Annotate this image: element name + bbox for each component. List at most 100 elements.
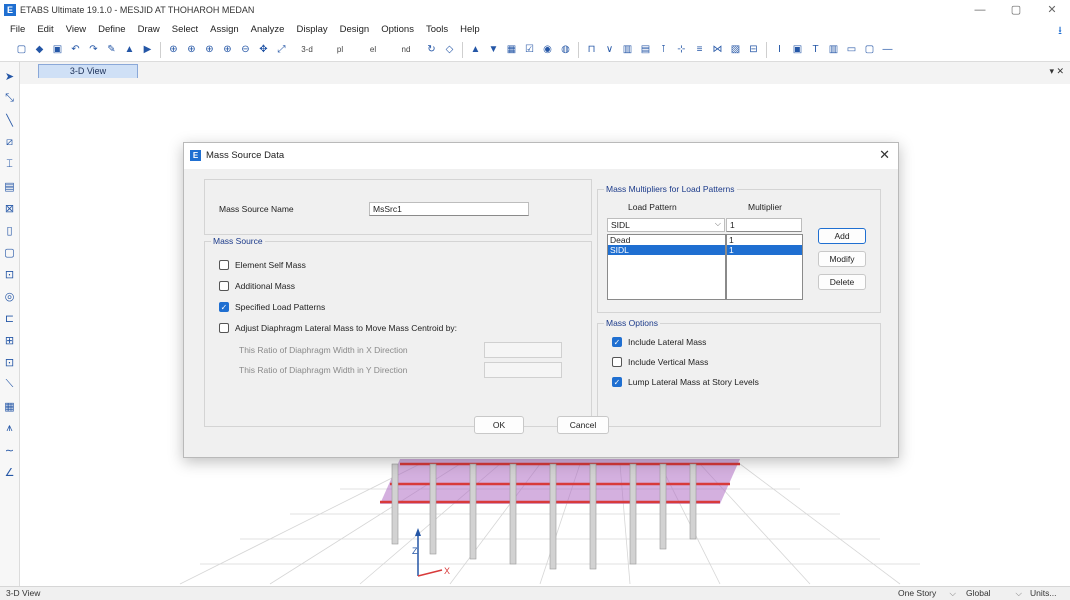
minimize-button[interactable]: — <box>962 0 998 20</box>
draw-wall-icon[interactable]: ▯ <box>3 222 17 239</box>
multiplier-list[interactable]: 1 1 <box>726 234 803 300</box>
ok-button[interactable]: OK <box>474 416 524 434</box>
menu-tools[interactable]: Tools <box>420 24 454 35</box>
additional-mass-checkbox[interactable] <box>219 281 229 291</box>
menu-assign[interactable]: Assign <box>204 24 245 35</box>
ratio-y-input[interactable] <box>484 362 562 378</box>
add-button[interactable]: Add <box>818 228 866 244</box>
view-elevation-button[interactable]: el <box>358 42 388 58</box>
view-nd-button[interactable]: nd <box>391 42 421 58</box>
deformed-shape-icon[interactable]: ∨ <box>602 42 617 58</box>
draw-grid-icon[interactable]: ▦ <box>3 398 17 415</box>
coord-system-selector[interactable]: Global ⌵ <box>966 588 1026 598</box>
check-icon[interactable]: ☑ <box>522 42 537 58</box>
slab-section-icon[interactable]: ▭ <box>844 42 859 58</box>
object-shrink-icon[interactable]: ▦ <box>504 42 519 58</box>
element-self-mass-checkbox[interactable] <box>219 260 229 270</box>
wall-section-icon[interactable]: ▥ <box>826 42 841 58</box>
draw-wave-icon[interactable]: ∼ <box>3 442 17 459</box>
rubber-band-icon[interactable]: ⤢ <box>274 42 289 58</box>
menu-view[interactable]: View <box>60 24 92 35</box>
undo-icon[interactable]: ↶ <box>68 42 83 58</box>
menu-display[interactable]: Display <box>290 24 333 35</box>
new-model-icon[interactable]: ▢ <box>14 42 29 58</box>
force-diagram-icon[interactable]: ▥ <box>620 42 635 58</box>
draw-point-icon[interactable]: ⊡ <box>3 354 17 371</box>
zoom-restore-icon[interactable]: ⊕ <box>184 42 199 58</box>
view-plan-button[interactable]: pl <box>325 42 355 58</box>
specified-load-patterns-checkbox[interactable]: ✓ <box>219 302 229 312</box>
run-icon[interactable]: ▶ <box>140 42 155 58</box>
pencil-icon[interactable]: ✎ <box>104 42 119 58</box>
menu-select[interactable]: Select <box>166 24 204 35</box>
units-button[interactable]: Units... <box>1030 588 1070 598</box>
draw-floor-icon[interactable]: ▢ <box>3 244 17 261</box>
perspective-icon[interactable]: ◇ <box>442 42 457 58</box>
color-icon[interactable]: ◍ <box>558 42 573 58</box>
draw-column-icon[interactable]: ⌶ <box>3 156 17 173</box>
draw-dimension-icon[interactable]: ⟍ <box>3 376 17 393</box>
menu-options[interactable]: Options <box>375 24 420 35</box>
delete-button[interactable]: Delete <box>818 274 866 290</box>
report-icon[interactable]: ⊟ <box>746 42 761 58</box>
pan-icon[interactable]: ✥ <box>256 42 271 58</box>
menu-analyze[interactable]: Analyze <box>245 24 291 35</box>
menu-define[interactable]: Define <box>92 24 131 35</box>
display-options-icon[interactable]: ◉ <box>540 42 555 58</box>
frame-icon[interactable]: ⊓ <box>584 42 599 58</box>
rotate-icon[interactable]: ↻ <box>424 42 439 58</box>
load-pattern-combo[interactable]: SIDL ⌵ <box>607 218 725 232</box>
zoom-out-icon[interactable]: ⊖ <box>238 42 253 58</box>
adjust-diaphragm-checkbox[interactable] <box>219 323 229 333</box>
pointer-icon[interactable]: ➤ <box>3 68 17 85</box>
modify-button[interactable]: Modify <box>818 251 866 267</box>
list-item[interactable]: 1 <box>727 245 802 255</box>
include-lateral-mass-checkbox[interactable]: ✓ <box>612 337 622 347</box>
draw-line-icon[interactable]: ╲ <box>3 112 17 129</box>
deck-section-icon[interactable]: ▢ <box>862 42 877 58</box>
table-icon[interactable]: ≡ <box>692 42 707 58</box>
tab-3d-view[interactable]: 3-D View <box>38 64 138 78</box>
draw-brace-icon[interactable]: ⧄ <box>3 134 17 151</box>
open-icon[interactable]: ◆ <box>32 42 47 58</box>
multiplier-input[interactable] <box>726 218 802 232</box>
lock-icon[interactable]: ▲ <box>122 42 137 58</box>
cancel-button[interactable]: Cancel <box>557 416 609 434</box>
tee-section-icon[interactable]: T <box>808 42 823 58</box>
draw-opening-icon[interactable]: ⊡ <box>3 266 17 283</box>
draw-wall-stack-icon[interactable]: ⊏ <box>3 310 17 327</box>
draw-pier-icon[interactable]: ⊞ <box>3 332 17 349</box>
zoom-extents-icon[interactable]: ⊕ <box>202 42 217 58</box>
design-icon[interactable]: ▧ <box>728 42 743 58</box>
list-item[interactable]: Dead <box>608 235 725 245</box>
list-item[interactable]: 1 <box>727 235 802 245</box>
stress-icon[interactable]: ▤ <box>638 42 653 58</box>
menu-help[interactable]: Help <box>454 24 486 35</box>
ratio-x-input[interactable] <box>484 342 562 358</box>
line-style-icon[interactable]: — <box>880 42 895 58</box>
load-pattern-list[interactable]: Dead SIDL <box>607 234 726 300</box>
load-icon[interactable]: ⊹ <box>674 42 689 58</box>
menu-draw[interactable]: Draw <box>132 24 166 35</box>
draw-tendon-icon[interactable]: ⩚ <box>3 420 17 437</box>
draw-area-icon[interactable]: ◎ <box>3 288 17 305</box>
menu-design[interactable]: Design <box>334 24 376 35</box>
save-icon[interactable]: ▣ <box>50 42 65 58</box>
list-item[interactable]: SIDL <box>608 245 725 255</box>
column-section-icon[interactable]: ▣ <box>790 42 805 58</box>
close-window-button[interactable]: ✕ <box>1034 0 1070 20</box>
mode-icon[interactable]: ⊺ <box>656 42 671 58</box>
zoom-in-icon[interactable]: ⊕ <box>220 42 235 58</box>
zoom-window-icon[interactable]: ⊕ <box>166 42 181 58</box>
move-down-icon[interactable]: ▼ <box>486 42 501 58</box>
menu-edit[interactable]: Edit <box>31 24 59 35</box>
draw-beam-icon[interactable]: ▤ <box>3 178 17 195</box>
story-selector[interactable]: One Story ⌵ <box>898 588 960 598</box>
maximize-button[interactable]: ▢ <box>998 0 1034 20</box>
reshape-icon[interactable]: ⤡ <box>3 90 17 107</box>
lump-lateral-mass-checkbox[interactable]: ✓ <box>612 377 622 387</box>
move-up-icon[interactable]: ▲ <box>468 42 483 58</box>
redo-icon[interactable]: ↷ <box>86 42 101 58</box>
mass-source-name-input[interactable] <box>369 202 529 216</box>
menu-file[interactable]: File <box>4 24 31 35</box>
